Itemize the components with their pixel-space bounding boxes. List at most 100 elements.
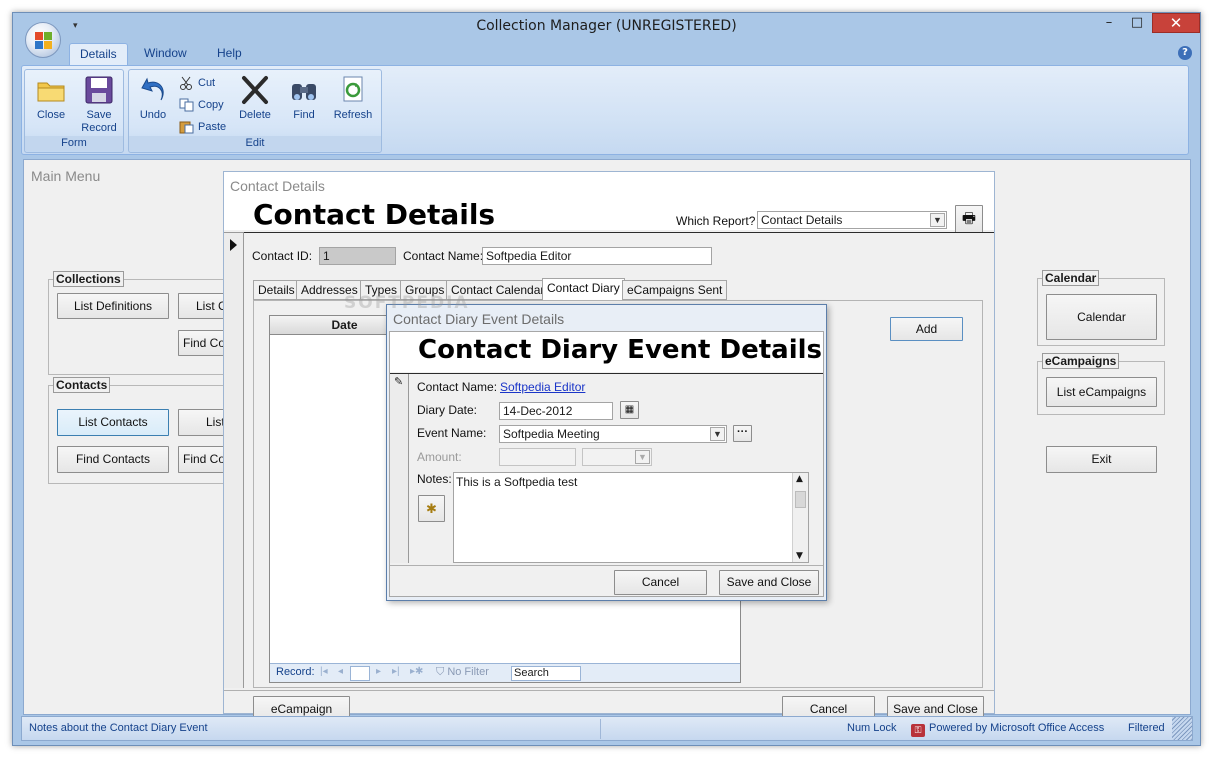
close-window-button[interactable]: ✕ bbox=[1152, 13, 1200, 33]
status-message: Notes about the Contact Diary Event bbox=[29, 722, 208, 734]
notes-text: This is a Softpedia test bbox=[456, 475, 578, 489]
notes-attach-button[interactable]: ✱ bbox=[418, 495, 445, 522]
quick-access-dropdown-icon[interactable]: ▾ bbox=[73, 21, 78, 31]
find-contacts-2-button[interactable]: Find Co bbox=[178, 446, 228, 473]
undo-icon bbox=[137, 74, 169, 106]
tab-help[interactable]: Help bbox=[207, 43, 252, 65]
delete-label: Delete bbox=[239, 109, 271, 121]
last-record-icon[interactable]: ▸| bbox=[392, 666, 400, 677]
add-button[interactable]: Add bbox=[890, 317, 963, 341]
resize-grip[interactable] bbox=[1172, 717, 1192, 740]
list-contacts-2-label: List bbox=[206, 415, 225, 429]
cut-label: Cut bbox=[198, 77, 216, 89]
refresh-label: Refresh bbox=[333, 109, 373, 121]
list-collections-button[interactable]: List C bbox=[178, 293, 228, 319]
list-contacts-label: List Contacts bbox=[78, 415, 148, 429]
close-button[interactable]: Close bbox=[29, 74, 73, 122]
notes-textarea[interactable]: This is a Softpedia test ▲ ▼ bbox=[453, 472, 809, 563]
dialog-cancel-button[interactable]: Cancel bbox=[614, 570, 707, 595]
dialog-cancel-label: Cancel bbox=[641, 575, 680, 589]
cancel-label: Cancel bbox=[809, 702, 848, 716]
folder-icon bbox=[35, 74, 67, 106]
event-name-select[interactable]: Softpedia Meeting ▼ bbox=[499, 425, 727, 443]
list-definitions-button[interactable]: List Definitions bbox=[57, 293, 169, 319]
exit-button[interactable]: Exit bbox=[1046, 446, 1157, 473]
calendar-button[interactable]: Calendar bbox=[1046, 294, 1157, 340]
event-name-more-button[interactable]: ··· bbox=[733, 425, 752, 442]
access-logo-icon: ⚿ bbox=[911, 724, 925, 737]
ribbon-group-form: Close Save Record Form bbox=[24, 69, 124, 153]
dialog-window-title: Contact Diary Event Details bbox=[393, 311, 565, 327]
cut-button[interactable]: Cut bbox=[179, 74, 215, 92]
minimize-button[interactable]: – bbox=[1096, 15, 1122, 35]
dialog-record-selector: ✎ bbox=[390, 374, 409, 563]
save-record-button[interactable]: Save Record bbox=[77, 74, 121, 135]
chevron-down-icon: ▼ bbox=[635, 450, 650, 464]
dialog-save-and-close-button[interactable]: Save and Close bbox=[719, 570, 819, 595]
undo-label: Undo bbox=[139, 109, 167, 121]
contact-name-label: Contact Name: bbox=[403, 249, 484, 263]
current-record-arrow-icon bbox=[230, 239, 237, 251]
find-contacts-label: Find Contacts bbox=[75, 452, 151, 466]
undo-button[interactable]: Undo bbox=[135, 74, 171, 122]
scroll-up-icon[interactable]: ▲ bbox=[796, 474, 803, 484]
find-contacts-button[interactable]: Find Contacts bbox=[57, 446, 169, 473]
contact-id-field[interactable]: 1 bbox=[319, 247, 396, 265]
paste-button[interactable]: Paste bbox=[179, 118, 226, 136]
no-filter-indicator[interactable]: ⛉ No Filter bbox=[436, 666, 489, 679]
chevron-down-icon[interactable]: ▼ bbox=[710, 427, 725, 441]
which-report-select[interactable]: Contact Details ▼ bbox=[757, 211, 947, 229]
notes-scrollbar[interactable]: ▲ ▼ bbox=[792, 473, 808, 562]
save-label-line1: Save bbox=[86, 109, 112, 121]
footer-divider bbox=[224, 690, 994, 691]
list-contacts-button[interactable]: List Contacts bbox=[57, 409, 169, 436]
list-definitions-label: List Definitions bbox=[73, 299, 153, 313]
list-ecampaigns-button[interactable]: List eCampaigns bbox=[1046, 377, 1157, 407]
record-nav-label: Record: bbox=[276, 666, 315, 678]
diary-date-field[interactable]: 14-Dec-2012 bbox=[499, 402, 613, 420]
scroll-down-icon[interactable]: ▼ bbox=[796, 551, 803, 561]
delete-button[interactable]: Delete bbox=[235, 74, 275, 122]
record-navigation-bar: Record: |◂ ◂ ▸ ▸| ▸✱ ⛉ No Filter Search bbox=[270, 663, 740, 682]
refresh-button[interactable]: Refresh bbox=[329, 74, 377, 122]
chevron-down-icon[interactable]: ▼ bbox=[930, 213, 945, 227]
list-contacts-2-button[interactable]: List bbox=[178, 409, 228, 436]
copy-button[interactable]: Copy bbox=[179, 96, 224, 114]
next-record-icon[interactable]: ▸ bbox=[376, 666, 381, 677]
which-report-label: Which Report? bbox=[676, 214, 756, 228]
record-number-field[interactable] bbox=[350, 666, 370, 681]
event-name-value: Softpedia Meeting bbox=[503, 427, 600, 441]
title-bar: Collection Manager (UNREGISTERED) ▾ – □ … bbox=[13, 13, 1200, 41]
search-box[interactable]: Search bbox=[511, 666, 581, 681]
maximize-button[interactable]: □ bbox=[1124, 15, 1150, 35]
first-record-icon[interactable]: |◂ bbox=[320, 666, 328, 677]
new-record-icon[interactable]: ▸✱ bbox=[410, 666, 423, 677]
contact-name-field[interactable]: Softpedia Editor bbox=[482, 247, 712, 265]
tab-details[interactable]: Details bbox=[69, 43, 128, 65]
clipboard-icon bbox=[179, 120, 195, 134]
folder-star-icon: ✱ bbox=[426, 501, 437, 516]
dialog-contact-name-link[interactable]: Softpedia Editor bbox=[500, 380, 585, 394]
office-button[interactable] bbox=[25, 22, 61, 58]
tab-ecampaigns-sent[interactable]: eCampaigns Sent bbox=[622, 280, 728, 300]
find-button[interactable]: Find bbox=[285, 74, 323, 122]
tab-window[interactable]: Window bbox=[134, 43, 197, 65]
event-name-label: Event Name: bbox=[417, 426, 487, 440]
powered-by-label: Powered by Microsoft Office Access bbox=[929, 722, 1105, 734]
date-picker-button[interactable]: ▦ bbox=[620, 401, 639, 419]
help-icon[interactable]: ? bbox=[1178, 46, 1192, 60]
status-bar: Notes about the Contact Diary Event Num … bbox=[21, 716, 1193, 741]
dialog-header: Contact Diary Event Details bbox=[390, 332, 823, 372]
scroll-thumb[interactable] bbox=[795, 491, 806, 508]
find-collections-button[interactable]: Find Col bbox=[178, 330, 228, 356]
previous-record-icon[interactable]: ◂ bbox=[338, 666, 343, 677]
no-filter-label: No Filter bbox=[447, 666, 489, 678]
main-menu-title: Main Menu bbox=[31, 168, 101, 184]
print-button[interactable]: 🖶 bbox=[955, 205, 983, 233]
save-label-line2: Record bbox=[81, 122, 117, 134]
tab-details-inner[interactable]: Details bbox=[253, 280, 300, 300]
list-ecampaigns-label: List eCampaigns bbox=[1056, 385, 1147, 399]
amount-label: Amount: bbox=[417, 450, 462, 464]
powered-by: ⚿ Powered by Microsoft Office Access bbox=[911, 722, 1104, 737]
tab-contact-diary[interactable]: Contact Diary bbox=[542, 278, 625, 300]
